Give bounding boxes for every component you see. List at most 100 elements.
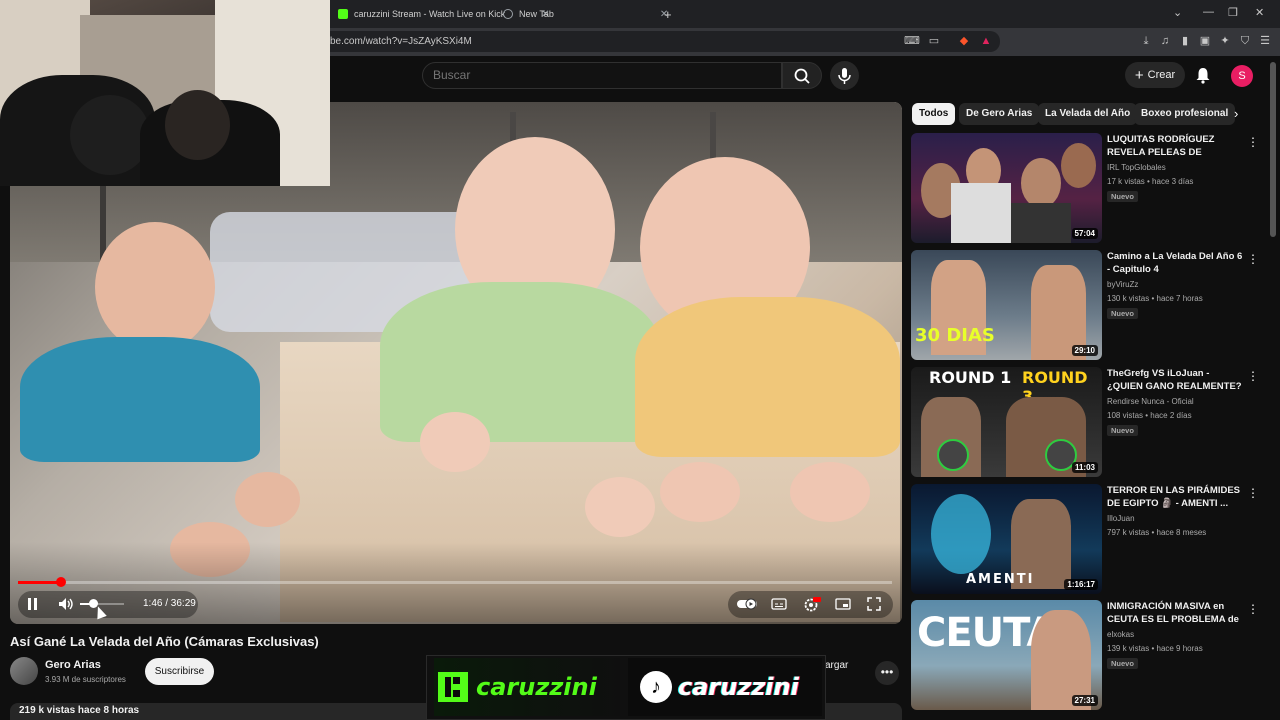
volume-icon bbox=[59, 598, 73, 610]
progress-scrubber[interactable] bbox=[56, 577, 66, 587]
music-icon[interactable]: ♫ bbox=[1158, 34, 1172, 48]
video-meta: 108 vistas • hace 2 días bbox=[1107, 411, 1192, 420]
video-thumbnail[interactable]: CEUTA 27:31 bbox=[911, 600, 1102, 710]
chevron-down-icon[interactable]: ⌄ bbox=[1173, 6, 1182, 19]
notifications-button[interactable] bbox=[1195, 66, 1211, 89]
video-title[interactable]: LUQUITAS RODRÍGUEZ REVELA PELEAS DE PARE… bbox=[1107, 133, 1245, 160]
progress-fill bbox=[18, 581, 61, 584]
channel-name[interactable]: IRL TopGlobales bbox=[1107, 163, 1166, 172]
create-label: Crear bbox=[1147, 69, 1176, 81]
duration-badge: 1:16:17 bbox=[1064, 579, 1098, 590]
bell-icon bbox=[1196, 68, 1210, 84]
new-badge: Nuevo bbox=[1107, 425, 1138, 436]
channel-name[interactable]: byViruZz bbox=[1107, 280, 1138, 289]
newtab-icon bbox=[503, 9, 513, 19]
video-meta: 139 k vistas • hace 9 horas bbox=[1107, 644, 1203, 653]
new-badge: Nuevo bbox=[1107, 308, 1138, 319]
kebab-menu-icon[interactable]: ⋮ bbox=[1247, 252, 1259, 266]
chevron-right-icon[interactable]: › bbox=[1234, 106, 1238, 121]
miniplayer-icon bbox=[835, 598, 851, 610]
voice-search-button[interactable] bbox=[830, 61, 859, 90]
chip-velada[interactable]: La Velada del Año bbox=[1038, 103, 1138, 125]
duration-badge: 29:10 bbox=[1071, 345, 1098, 356]
page-scrollbar[interactable] bbox=[1270, 62, 1276, 237]
channel-name[interactable]: Rendirse Nunca - Oficial bbox=[1107, 397, 1194, 406]
tiktok-banner: ♪ caruzzini bbox=[628, 658, 822, 716]
new-badge: Nuevo bbox=[1107, 658, 1138, 669]
create-button[interactable]: + Crear bbox=[1125, 62, 1185, 88]
new-tab-button[interactable]: + bbox=[664, 4, 672, 24]
chip-all[interactable]: Todos bbox=[912, 103, 956, 125]
subtitles-icon bbox=[771, 598, 787, 610]
chip-gero-arias[interactable]: De Gero Arias bbox=[959, 103, 1040, 125]
mic-icon bbox=[838, 68, 851, 84]
vpn-icon[interactable]: ⛉ bbox=[1238, 34, 1252, 48]
kebab-menu-icon[interactable]: ⋮ bbox=[1247, 369, 1259, 383]
video-title[interactable]: INMIGRACIÓN MASIVA en CEUTA ES EL PROBLE… bbox=[1107, 600, 1245, 627]
pause-icon bbox=[28, 598, 37, 610]
tab-new[interactable]: New Tab ✕ bbox=[503, 4, 668, 24]
recommended-video[interactable]: 57:04 LUQUITAS RODRÍGUEZ REVELA PELEAS D… bbox=[911, 133, 1271, 245]
recommended-video[interactable]: 30 DIAS 29:10 Camino a La Velada Del Año… bbox=[911, 250, 1271, 362]
user-avatar[interactable]: S bbox=[1231, 65, 1253, 87]
view-count: 219 k vistas hace 8 horas bbox=[19, 705, 140, 716]
minimize-icon[interactable]: — bbox=[1203, 6, 1214, 18]
mute-button[interactable] bbox=[58, 597, 74, 614]
channel-avatar[interactable] bbox=[10, 657, 38, 685]
gear-icon bbox=[804, 597, 821, 612]
video-title[interactable]: TERROR EN LAS PIRÁMIDES DE EGIPTO 🗿 - AM… bbox=[1107, 484, 1245, 510]
kick-brand-text: caruzzini bbox=[476, 673, 597, 701]
miniplayer-button[interactable] bbox=[835, 597, 851, 614]
kebab-menu-icon[interactable]: ⋮ bbox=[1247, 602, 1259, 616]
time-display: 1:46 / 36:29 bbox=[143, 598, 196, 609]
channel-name[interactable]: IlloJuan bbox=[1107, 514, 1135, 523]
progress-bar[interactable] bbox=[18, 581, 892, 584]
brave-shield-icon[interactable]: ◆ bbox=[957, 34, 971, 48]
video-meta: 797 k vistas • hace 8 meses bbox=[1107, 528, 1207, 537]
video-thumbnail[interactable]: 57:04 bbox=[911, 133, 1102, 243]
tab-label: caruzzini Stream - Watch Live on Kick bbox=[354, 9, 506, 19]
autoplay-toggle[interactable] bbox=[737, 597, 759, 614]
close-window-icon[interactable]: ✕ bbox=[1255, 6, 1264, 19]
kebab-menu-icon[interactable]: ⋮ bbox=[1247, 135, 1259, 149]
video-thumbnail[interactable]: AMENTI 1:16:17 bbox=[911, 484, 1102, 594]
new-badge: Nuevo bbox=[1107, 191, 1138, 202]
video-title[interactable]: TheGrefg VS iLoJuan - ¿QUIEN GANO REALME… bbox=[1107, 367, 1245, 394]
translate-icon[interactable]: ⌨ bbox=[904, 34, 920, 48]
brave-rewards-icon[interactable]: ▲ bbox=[979, 34, 993, 48]
sidebar-icon[interactable]: ▮ bbox=[1178, 34, 1192, 48]
chip-boxeo[interactable]: Boxeo profesional bbox=[1134, 103, 1236, 125]
thumb-caption-left: ROUND 1 bbox=[929, 368, 1012, 387]
recommended-video[interactable]: AMENTI 1:16:17 TERROR EN LAS PIRÁMIDES D… bbox=[911, 484, 1271, 596]
recommended-video[interactable]: CEUTA 27:31 INMIGRACIÓN MASIVA en CEUTA … bbox=[911, 600, 1271, 712]
more-actions-button[interactable]: ••• bbox=[875, 661, 899, 685]
video-thumbnail[interactable]: 30 DIAS 29:10 bbox=[911, 250, 1102, 360]
search-icon bbox=[794, 68, 810, 84]
pause-button[interactable] bbox=[26, 597, 39, 614]
thumb-caption: 30 DIAS bbox=[915, 325, 995, 346]
recommended-video[interactable]: ROUND 1 ROUND 3 11:03 TheGrefg VS iLoJua… bbox=[911, 367, 1271, 479]
video-thumbnail[interactable]: ROUND 1 ROUND 3 11:03 bbox=[911, 367, 1102, 477]
tiktok-logo-icon: ♪ bbox=[640, 671, 672, 703]
kick-logo-icon bbox=[438, 672, 468, 702]
video-meta: 130 k vistas • hace 7 horas bbox=[1107, 294, 1203, 303]
subtitles-button[interactable] bbox=[771, 597, 787, 614]
wallet-icon[interactable]: ▣ bbox=[1198, 34, 1212, 48]
restore-icon[interactable]: ❐ bbox=[1228, 6, 1238, 19]
menu-icon[interactable]: ☰ bbox=[1258, 34, 1272, 48]
video-title[interactable]: Camino a La Velada Del Año 6 - Capitulo … bbox=[1107, 250, 1245, 276]
fullscreen-button[interactable] bbox=[867, 597, 881, 614]
subscribe-button[interactable]: Suscribirse bbox=[145, 658, 214, 685]
cast-icon[interactable]: ▭ bbox=[927, 34, 941, 48]
search-button[interactable] bbox=[782, 62, 822, 89]
download-icon[interactable]: ⤓ bbox=[1139, 34, 1153, 48]
search-input[interactable] bbox=[433, 68, 588, 82]
thumb-caption: AMENTI bbox=[966, 572, 1035, 587]
kebab-menu-icon[interactable]: ⋮ bbox=[1247, 486, 1259, 500]
duration-badge: 27:31 bbox=[1071, 695, 1098, 706]
settings-button[interactable] bbox=[803, 596, 821, 615]
url-text[interactable]: be.com/watch?v=JsZAyKSXi4M bbox=[330, 36, 472, 47]
channel-name[interactable]: Gero Arias bbox=[45, 659, 101, 671]
channel-name[interactable]: elxokas bbox=[1107, 630, 1134, 639]
leo-icon[interactable]: ✦ bbox=[1218, 34, 1232, 48]
